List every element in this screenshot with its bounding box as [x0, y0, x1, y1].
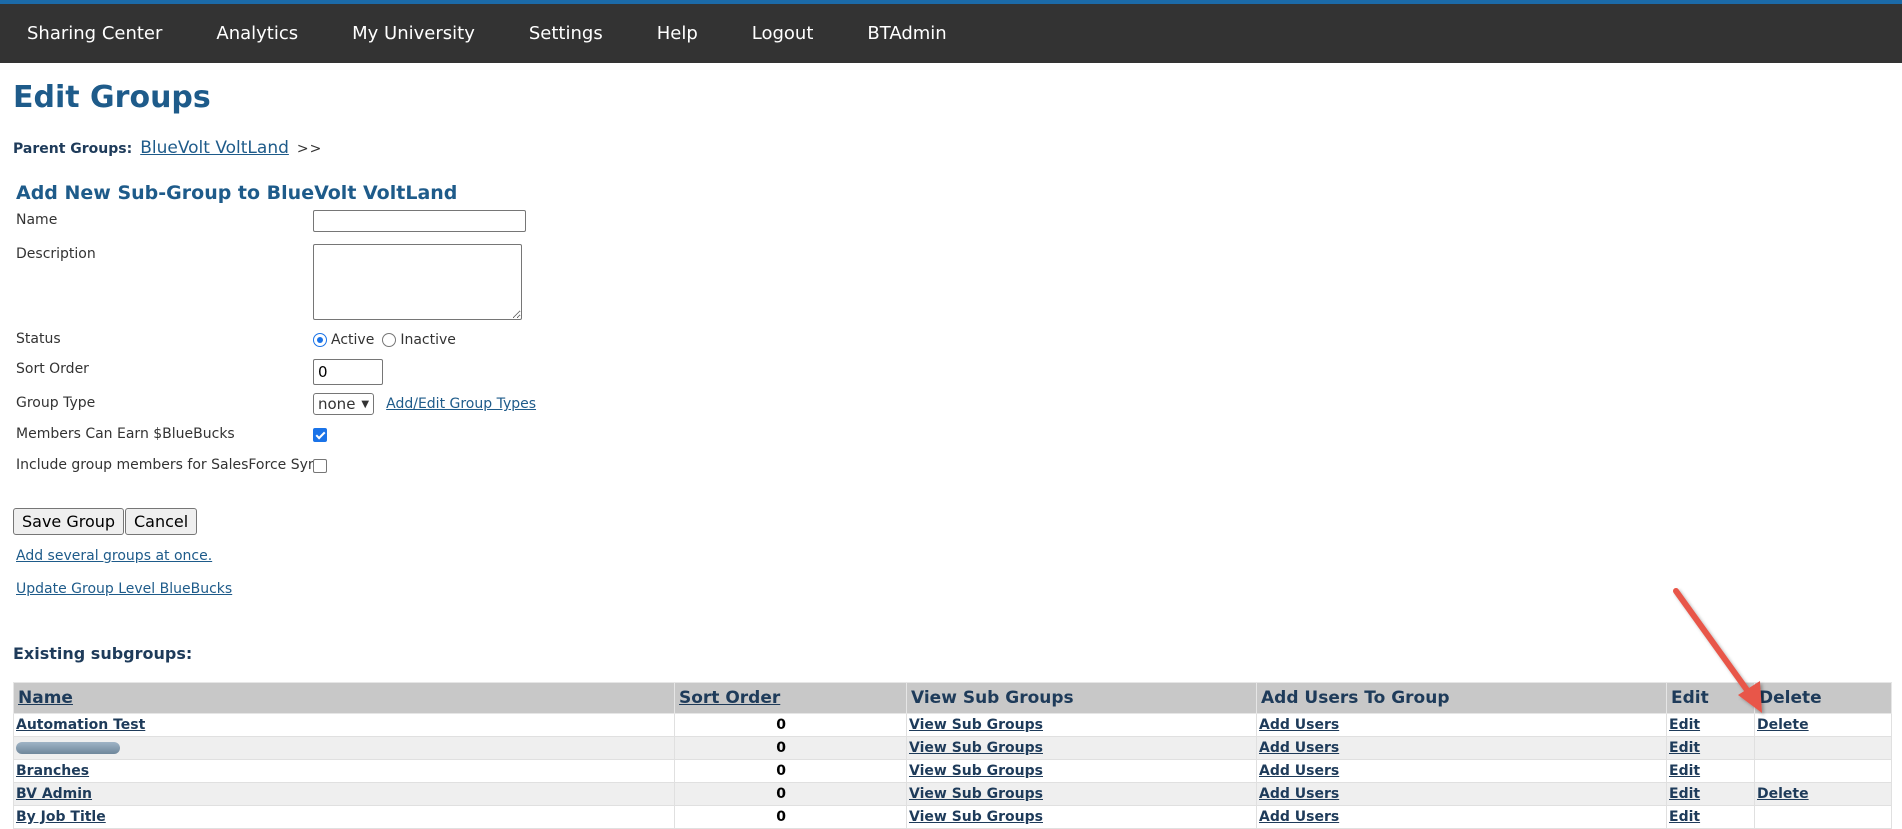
group-type-selected-value: none — [318, 395, 356, 413]
existing-subgroups-title: Existing subgroups: — [13, 644, 193, 663]
existing-subgroups-table: Name Sort Order View Sub Groups Add User… — [13, 682, 1892, 829]
group-name-link[interactable]: BV Admin — [16, 786, 92, 802]
nav-help[interactable]: Help — [657, 23, 698, 44]
edit-link[interactable]: Edit — [1669, 809, 1700, 825]
bluebucks-checkbox[interactable] — [313, 428, 327, 442]
column-header-edit: Edit — [1666, 682, 1755, 714]
view-sub-groups-link[interactable]: View Sub Groups — [909, 786, 1043, 802]
nav-sharing-center[interactable]: Sharing Center — [27, 23, 162, 44]
edit-link[interactable]: Edit — [1669, 763, 1700, 779]
table-row: BV Admin 0 View Sub Groups Add Users Edi… — [13, 782, 1892, 806]
name-input[interactable] — [313, 210, 526, 232]
edit-link[interactable]: Edit — [1669, 717, 1700, 733]
update-bluebucks-link[interactable]: Update Group Level BlueBucks — [16, 581, 232, 597]
add-edit-group-types-link[interactable]: Add/Edit Group Types — [386, 396, 536, 412]
group-type-label: Group Type — [16, 395, 96, 411]
nav-analytics[interactable]: Analytics — [216, 23, 298, 44]
status-active-radio[interactable] — [313, 333, 327, 347]
group-name-link[interactable]: Branches — [16, 763, 89, 779]
column-header-name[interactable]: Name — [13, 682, 675, 714]
view-sub-groups-link[interactable]: View Sub Groups — [909, 809, 1043, 825]
save-group-button[interactable]: Save Group — [13, 508, 125, 535]
chevron-down-icon: ▼ — [361, 398, 370, 410]
column-header-view-sub-groups: View Sub Groups — [906, 682, 1257, 714]
sort-order-input[interactable] — [313, 359, 383, 385]
add-several-groups-link[interactable]: Add several groups at once. — [16, 548, 212, 564]
table-row: 0 View Sub Groups Add Users Edit — [13, 736, 1892, 760]
redacted-group-name[interactable] — [16, 742, 120, 754]
sort-order-cell: 0 — [674, 759, 907, 783]
add-users-link[interactable]: Add Users — [1259, 740, 1339, 756]
add-users-link[interactable]: Add Users — [1259, 717, 1339, 733]
delete-link[interactable]: Delete — [1757, 717, 1809, 733]
salesforce-sync-label: Include group members for SalesForce Syn… — [16, 457, 325, 473]
group-name-link[interactable]: Automation Test — [16, 717, 145, 733]
cancel-button[interactable]: Cancel — [125, 508, 198, 535]
status-radio-group: Active Inactive — [313, 332, 456, 348]
status-inactive-radio[interactable] — [382, 333, 397, 347]
table-row: Branches 0 View Sub Groups Add Users Edi… — [13, 759, 1892, 783]
sort-order-cell: 0 — [674, 713, 907, 737]
table-row: Automation Test 0 View Sub Groups Add Us… — [13, 713, 1892, 737]
add-subgroup-title: Add New Sub-Group to BlueVolt VoltLand — [16, 182, 458, 204]
delete-cell-empty — [1754, 805, 1892, 829]
status-inactive-label: Inactive — [400, 332, 456, 348]
sort-order-cell: 0 — [674, 782, 907, 806]
status-label: Status — [16, 331, 61, 347]
breadcrumb-label: Parent Groups: — [13, 141, 133, 157]
edit-link[interactable]: Edit — [1669, 740, 1700, 756]
view-sub-groups-link[interactable]: View Sub Groups — [909, 763, 1043, 779]
view-sub-groups-link[interactable]: View Sub Groups — [909, 717, 1043, 733]
breadcrumb: Parent Groups: BlueVolt VoltLand >> — [13, 138, 322, 158]
table-header-row: Name Sort Order View Sub Groups Add User… — [13, 682, 1892, 714]
column-header-sort-order[interactable]: Sort Order — [674, 682, 907, 714]
top-navigation: Sharing Center Analytics My University S… — [0, 4, 1902, 63]
sort-order-cell: 0 — [674, 805, 907, 829]
delete-link[interactable]: Delete — [1757, 786, 1809, 802]
description-textarea[interactable] — [313, 244, 522, 320]
group-name-link[interactable]: By Job Title — [16, 809, 106, 825]
page-title: Edit Groups — [13, 80, 211, 115]
delete-cell-empty — [1754, 759, 1892, 783]
sort-order-label: Sort Order — [16, 361, 89, 377]
edit-link[interactable]: Edit — [1669, 786, 1700, 802]
add-users-link[interactable]: Add Users — [1259, 809, 1339, 825]
nav-my-university[interactable]: My University — [352, 23, 475, 44]
name-label: Name — [16, 212, 58, 228]
salesforce-sync-checkbox[interactable] — [313, 459, 327, 473]
view-sub-groups-link[interactable]: View Sub Groups — [909, 740, 1043, 756]
sort-order-cell: 0 — [674, 736, 907, 760]
delete-cell-empty — [1754, 736, 1892, 760]
breadcrumb-parent-link[interactable]: BlueVolt VoltLand — [140, 138, 289, 158]
nav-settings[interactable]: Settings — [529, 23, 603, 44]
description-label: Description — [16, 246, 96, 262]
add-users-link[interactable]: Add Users — [1259, 763, 1339, 779]
column-header-add-users: Add Users To Group — [1256, 682, 1667, 714]
nav-logout[interactable]: Logout — [752, 23, 814, 44]
add-users-link[interactable]: Add Users — [1259, 786, 1339, 802]
bluebucks-label: Members Can Earn $BlueBucks — [16, 426, 235, 442]
status-active-label: Active — [331, 332, 375, 348]
group-type-select[interactable]: none ▼ — [313, 393, 375, 415]
nav-btadmin[interactable]: BTAdmin — [867, 23, 946, 44]
breadcrumb-separator: >> — [296, 141, 323, 157]
table-row: By Job Title 0 View Sub Groups Add Users… — [13, 805, 1892, 829]
column-header-delete: Delete — [1754, 682, 1892, 714]
